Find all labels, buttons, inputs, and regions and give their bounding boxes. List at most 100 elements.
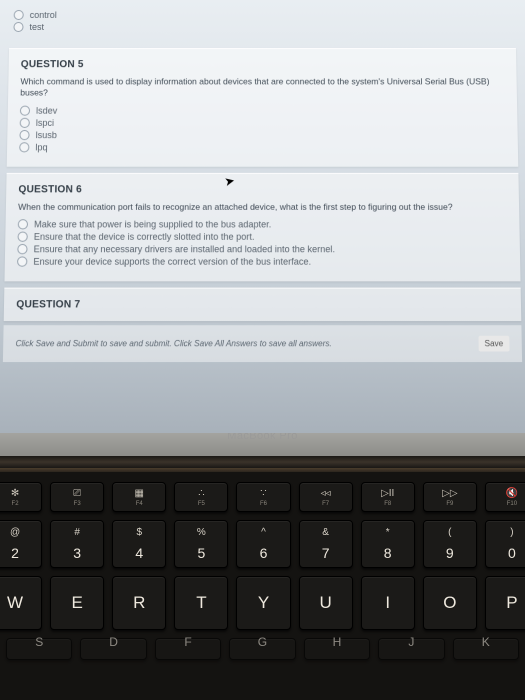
key-label: G [258,635,267,649]
function-key[interactable]: ▷▷F9 [423,482,477,512]
laptop-screen: ➤ control test QUESTION 5 Which command … [0,0,525,433]
number-key[interactable]: (9 [423,520,477,568]
key-lower: 2 [11,545,19,561]
option-row[interactable]: Ensure that any necessary drivers are in… [17,244,508,254]
option-label: lspci [36,118,54,128]
number-key[interactable]: *8 [361,520,415,568]
option-row[interactable]: lspci [20,118,506,128]
letter-key[interactable]: Y [236,576,290,630]
option-row[interactable]: Make sure that power is being supplied t… [18,220,508,230]
option-label: Ensure your device supports the correct … [33,257,311,267]
option-row[interactable]: lsusb [19,130,505,140]
question-5-card: QUESTION 5 Which command is used to disp… [7,48,519,167]
number-key[interactable]: $4 [112,520,166,568]
radio-icon [18,220,28,230]
key-label: Y [258,593,269,613]
number-key[interactable]: @2 [0,520,42,568]
save-button[interactable]: Save [478,336,509,352]
letter-key[interactable]: I [361,576,415,630]
key-label: F [184,635,191,649]
letter-key-row: WERTYUIOP [6,576,519,630]
function-key[interactable]: ◃◃ F7 [299,482,353,512]
key-lower: 0 [508,545,516,561]
radio-icon [17,257,27,267]
key-upper: % [197,527,206,538]
radio-icon [17,232,27,242]
option-label: Make sure that power is being supplied t… [34,220,271,230]
key-glyph-icon: ◃◃ [321,488,331,499]
key-lower: 9 [446,545,454,561]
key-label: S [35,635,43,649]
key-glyph-icon: ▦ [135,488,144,499]
function-key-row: ✻F2⎚F3▦F4∴F5∵F6◃◃F7▷IIF8▷▷F9🔇F10 [6,482,519,512]
letter-key[interactable]: H [304,638,370,660]
letter-key[interactable]: S [6,638,72,660]
key-glyph-icon: ∴ [198,488,204,499]
key-label: I [385,593,390,613]
option-label: lpq [35,142,47,152]
letter-key[interactable]: D [80,638,146,660]
function-key[interactable]: ▷IIF8 [361,482,415,512]
letter-key[interactable]: G [229,638,295,660]
function-key[interactable]: ⎚F3 [50,482,104,512]
letter-key[interactable]: W [0,576,42,630]
function-key[interactable]: ▦ F4 [112,482,166,512]
letter-key[interactable]: R [112,576,166,630]
number-key[interactable]: &7 [299,520,353,568]
key-label: K [482,635,490,649]
key-label: W [7,593,23,613]
footer-instructions: Click Save and Submit to save and submit… [15,339,331,348]
letter-key[interactable]: U [299,576,353,630]
option-label: control [30,10,57,20]
key-label: F4 [136,501,143,507]
letter-key[interactable]: K [453,638,519,660]
question-6-card: QUESTION 6 When the communication port f… [4,173,520,282]
key-label: F8 [384,501,391,507]
letter-key[interactable]: O [423,576,477,630]
question-7-card: QUESTION 7 [4,288,522,321]
option-label: Ensure that the device is correctly slot… [34,232,255,242]
option-label: lsusb [36,130,57,140]
number-key[interactable]: )0 [485,520,525,568]
key-upper: # [74,527,80,538]
number-key[interactable]: #3 [50,520,104,568]
key-glyph-icon: ▷▷ [442,488,457,499]
key-label: H [333,635,342,649]
key-label: F7 [322,501,329,507]
letter-key[interactable]: E [50,576,104,630]
question-title: QUESTION 5 [21,59,505,70]
letter-key[interactable]: F [155,638,221,660]
option-row[interactable]: Ensure that the device is correctly slot… [17,232,507,242]
option-row[interactable]: control [14,10,512,20]
radio-icon [19,142,29,152]
question-prompt: When the communication port fails to rec… [18,202,507,214]
key-label: F5 [198,501,205,507]
function-key[interactable]: ✻F2 [0,482,42,512]
number-key[interactable]: %5 [174,520,228,568]
key-label: F10 [507,501,517,507]
option-row[interactable]: test [13,22,511,32]
question-title: QUESTION 6 [18,184,506,195]
question-title: QUESTION 7 [16,300,509,311]
key-glyph-icon: ∵ [260,488,266,499]
key-upper: ( [448,527,451,538]
key-label: T [196,593,206,613]
radio-icon [20,118,30,128]
radio-icon [20,106,30,116]
radio-icon [13,22,23,32]
option-row[interactable]: Ensure your device supports the correct … [17,257,508,267]
option-row[interactable]: lsdev [20,106,505,116]
function-key[interactable]: ∴ F5 [174,482,228,512]
key-upper: @ [10,527,20,538]
letter-key[interactable]: P [485,576,525,630]
letter-key[interactable]: T [174,576,228,630]
letter-key[interactable]: J [378,638,444,660]
key-glyph-icon: ✻ [11,488,19,499]
function-key[interactable]: 🔇F10 [485,482,525,512]
key-label: R [133,593,145,613]
option-row[interactable]: lpq [19,142,506,152]
function-key[interactable]: ∵F6 [236,482,290,512]
option-label: test [29,22,44,32]
key-lower: 3 [73,545,81,561]
number-key[interactable]: ^6 [236,520,290,568]
